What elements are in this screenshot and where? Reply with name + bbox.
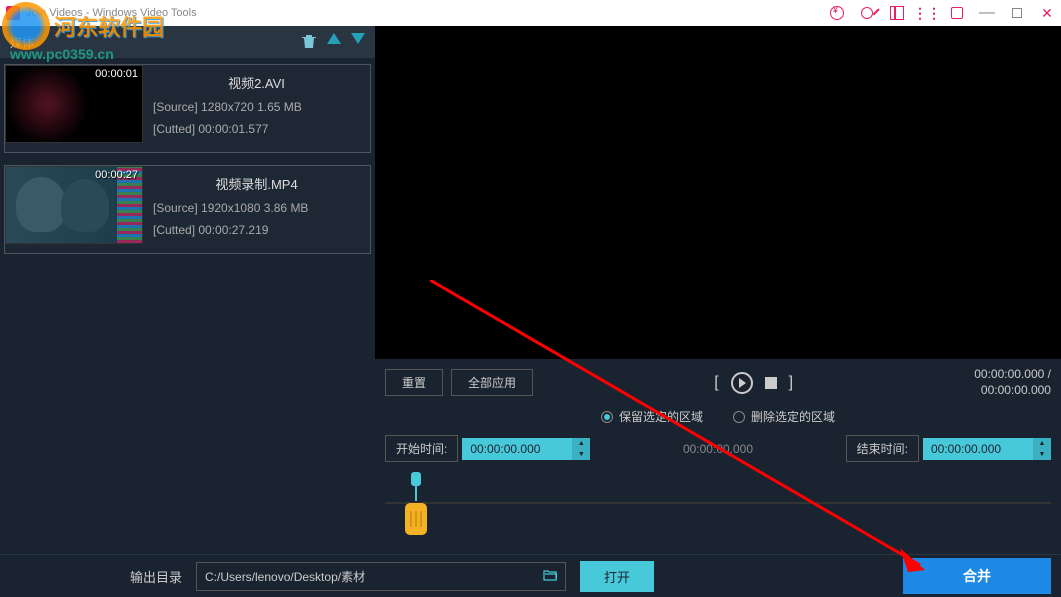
timeline-track xyxy=(385,502,1051,504)
sidebar-tools xyxy=(301,33,365,52)
media-item[interactable]: 00:00:01 视频2.AVI [Source] 1280x720 1.65 … xyxy=(4,64,371,153)
media-thumbnail: 00:00:27 xyxy=(5,166,143,244)
apply-all-button[interactable]: 全部应用 xyxy=(451,369,533,396)
stop-button[interactable] xyxy=(765,377,777,389)
mark-out-icon[interactable]: ] xyxy=(789,374,793,392)
control-row-1: 重置 全部应用 [ ] 00:00:00.000 / 00:00:00.000 xyxy=(385,367,1051,398)
thumbnail-duration: 00:00:27 xyxy=(95,169,138,181)
radio-label: 保留选定的区域 xyxy=(619,408,703,425)
radio-label: 删除选定的区域 xyxy=(751,408,835,425)
media-filename: 视频录制.MP4 xyxy=(153,174,360,193)
radio-keep-region[interactable]: 保留选定的区域 xyxy=(601,408,703,425)
purchase-icon[interactable] xyxy=(829,5,845,21)
start-time-input[interactable]: 00:00:00.000 ▲▼ xyxy=(462,438,590,460)
control-row-3: 开始时间: 00:00:00.000 ▲▼ 00:00:00.000 结束时间:… xyxy=(385,435,1051,462)
media-source: [Source] 1920x1080 3.86 MB xyxy=(153,201,360,215)
maximize-button[interactable] xyxy=(1009,5,1025,21)
output-path-input[interactable]: C:/Users/lenovo/Desktop/素材 xyxy=(196,562,566,591)
mode-icon[interactable] xyxy=(949,5,965,21)
media-filename: 视频2.AVI xyxy=(153,73,360,92)
sidebar-title: 媒体 xyxy=(10,34,34,51)
media-thumbnail: 00:00:01 xyxy=(5,65,143,143)
minimize-button[interactable]: — xyxy=(979,5,995,21)
sidebar-header: 媒体 xyxy=(0,26,375,58)
radio-remove-region[interactable]: 删除选定的区域 xyxy=(733,408,835,425)
media-info: 视频2.AVI [Source] 1280x720 1.65 MB [Cutte… xyxy=(143,65,370,152)
spin-down-icon[interactable]: ▼ xyxy=(1033,449,1051,460)
footer: 输出目录 C:/Users/lenovo/Desktop/素材 打开 合并 xyxy=(0,554,1061,597)
move-up-icon[interactable] xyxy=(327,33,341,44)
spin-up-icon[interactable]: ▲ xyxy=(572,438,590,449)
settings-icon[interactable]: ⋮⋮ xyxy=(919,5,935,21)
main-area: 媒体 00:00:01 视频2.AVI [Source] 1280x720 1.… xyxy=(0,26,1061,554)
media-cutted: [Cutted] 00:00:01.577 xyxy=(153,122,360,136)
output-path-text: C:/Users/lenovo/Desktop/素材 xyxy=(205,568,365,585)
spin-down-icon[interactable]: ▼ xyxy=(572,449,590,460)
window-title: Join Videos - Windows Video Tools xyxy=(26,7,197,19)
delete-icon[interactable] xyxy=(301,33,317,52)
radio-icon xyxy=(733,411,745,423)
close-button[interactable]: ✕ xyxy=(1039,5,1055,21)
preview-area: 重置 全部应用 [ ] 00:00:00.000 / 00:00:00.000 xyxy=(375,26,1061,554)
thumbnail-duration: 00:00:01 xyxy=(95,68,138,80)
key-icon[interactable] xyxy=(859,5,875,21)
end-time-input[interactable]: 00:00:00.000 ▲▼ xyxy=(923,438,1051,460)
time-current: 00:00:00.000 / xyxy=(974,367,1051,383)
playback-controls: [ ] xyxy=(714,372,793,394)
control-row-2: 保留选定的区域 删除选定的区域 xyxy=(385,408,1051,425)
media-item[interactable]: 00:00:27 视频录制.MP4 [Source] 1920x1080 3.8… xyxy=(4,165,371,254)
media-cutted: [Cutted] 00:00:27.219 xyxy=(153,223,360,237)
titlebar-left: Join Videos - Windows Video Tools xyxy=(6,6,197,20)
media-info: 视频录制.MP4 [Source] 1920x1080 3.86 MB [Cut… xyxy=(143,166,370,253)
app-icon xyxy=(6,6,20,20)
video-preview[interactable] xyxy=(375,26,1061,359)
layout-icon[interactable] xyxy=(889,5,905,21)
start-time-label: 开始时间: xyxy=(385,435,458,462)
titlebar-right: ⋮⋮ — ✕ xyxy=(829,5,1055,21)
center-time: 00:00:00.000 xyxy=(594,442,841,456)
media-source: [Source] 1280x720 1.65 MB xyxy=(153,100,360,114)
reset-button[interactable]: 重置 xyxy=(385,369,443,396)
titlebar: Join Videos - Windows Video Tools ⋮⋮ — ✕ xyxy=(0,0,1061,26)
timeline-handle[interactable] xyxy=(405,472,427,535)
timeline[interactable] xyxy=(385,472,1051,542)
folder-icon[interactable] xyxy=(543,569,557,584)
time-total: 00:00:00.000 xyxy=(974,383,1051,399)
time-display: 00:00:00.000 / 00:00:00.000 xyxy=(974,367,1051,398)
move-down-icon[interactable] xyxy=(351,33,365,44)
end-time-label: 结束时间: xyxy=(846,435,919,462)
spin-up-icon[interactable]: ▲ xyxy=(1033,438,1051,449)
output-dir-label: 输出目录 xyxy=(130,567,182,586)
radio-icon xyxy=(601,411,613,423)
media-sidebar: 媒体 00:00:01 视频2.AVI [Source] 1280x720 1.… xyxy=(0,26,375,554)
mark-in-icon[interactable]: [ xyxy=(714,374,718,392)
play-button[interactable] xyxy=(731,372,753,394)
controls-panel: 重置 全部应用 [ ] 00:00:00.000 / 00:00:00.000 xyxy=(375,359,1061,554)
merge-button[interactable]: 合并 xyxy=(903,558,1051,594)
open-button[interactable]: 打开 xyxy=(580,561,654,592)
